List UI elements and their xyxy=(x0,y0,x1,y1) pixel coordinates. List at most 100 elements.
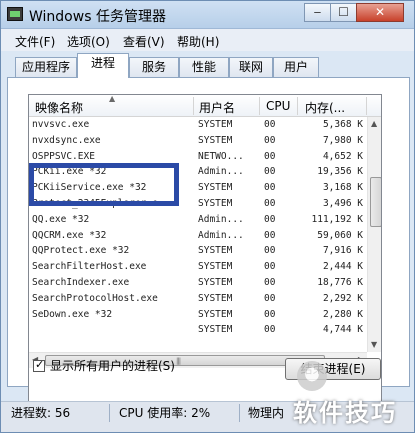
cell-memory: 7,916 K xyxy=(322,245,363,257)
maximize-button[interactable]: ☐ xyxy=(330,3,357,22)
vertical-scrollbar[interactable]: ▲ ▼ xyxy=(367,117,381,352)
cell-memory: 2,280 K xyxy=(322,308,363,320)
title-bar[interactable]: Windows 任务管理器 ‒ ☐ ✕ xyxy=(1,1,414,29)
column-user-name[interactable]: 用户名 xyxy=(199,99,235,116)
cell-image-name: SeDown.exe *32 xyxy=(32,308,113,320)
table-row[interactable]: QQCRM.exe *32 Admin... 00 59,060 K xyxy=(29,228,367,244)
table-row[interactable]: SearchFilterHost.exe SYSTEM 00 2,444 K xyxy=(29,259,367,275)
cell-image-name: SearchProtocolHost.exe xyxy=(32,292,158,304)
grip-icon: ||| xyxy=(176,357,181,365)
cell-cpu: 00 xyxy=(264,261,276,273)
cell-cpu: 00 xyxy=(264,308,276,320)
cell-image-name: QQProtect.exe *32 xyxy=(32,245,130,257)
cell-user-name: SYSTEM xyxy=(198,198,233,209)
cell-user-name: SYSTEM xyxy=(198,245,233,257)
vertical-scroll-thumb[interactable] xyxy=(370,177,381,227)
table-row[interactable]: SeDown.exe *32 SYSTEM 00 2,280 K xyxy=(29,307,367,323)
cell-user-name: Admin... xyxy=(198,166,244,178)
tab-applications[interactable]: 应用程序 xyxy=(15,57,77,77)
cell-cpu: 00 xyxy=(264,134,276,146)
table-row[interactable]: SearchProtocolHost.exe SYSTEM 00 2,292 K xyxy=(29,291,367,307)
cell-cpu: 00 xyxy=(264,198,276,209)
status-divider xyxy=(109,404,110,422)
column-divider[interactable] xyxy=(193,97,194,115)
tab-users[interactable]: 用户 xyxy=(273,57,319,77)
table-row[interactable]: SYSTEM 00 4,744 K xyxy=(29,322,367,338)
cell-user-name: SYSTEM xyxy=(198,308,233,320)
cell-user-name: SYSTEM xyxy=(198,324,233,336)
cell-image-name: nvvsvc.exe xyxy=(32,119,90,130)
watermark-text: 软件技巧 xyxy=(293,399,397,427)
cell-image-name: QQCRM.exe *32 xyxy=(32,229,107,241)
sort-arrow-icon: ▲ xyxy=(109,94,116,103)
tab-performance[interactable]: 性能 xyxy=(179,57,229,77)
watermark-logo-icon xyxy=(297,361,327,391)
cell-cpu: 00 xyxy=(264,213,276,225)
cell-user-name: SYSTEM xyxy=(198,277,233,288)
column-cpu[interactable]: CPU xyxy=(266,99,290,113)
table-row[interactable]: QQ.exe *32 Admin... 00 111,192 K xyxy=(29,212,367,228)
cell-memory: 5,368 K xyxy=(322,119,363,130)
cell-cpu: 00 xyxy=(264,166,276,178)
cell-cpu: 00 xyxy=(264,292,276,304)
cell-memory: 4,652 K xyxy=(322,150,363,162)
column-memory[interactable]: 内存(... xyxy=(305,99,345,116)
cell-cpu: 00 xyxy=(264,182,276,194)
cell-user-name: SYSTEM xyxy=(198,292,233,304)
cell-image-name: nvxdsync.exe xyxy=(32,134,101,146)
minimize-button[interactable]: ‒ xyxy=(304,3,331,22)
menu-options[interactable]: 选项(O) xyxy=(67,33,110,50)
cell-user-name: NETWO... xyxy=(198,150,244,162)
cell-image-name: QQ.exe *32 xyxy=(32,213,90,225)
cell-cpu: 00 xyxy=(264,245,276,257)
menu-view[interactable]: 查看(V) xyxy=(123,33,165,50)
window-title: Windows 任务管理器 xyxy=(29,9,166,25)
cell-cpu: 00 xyxy=(264,277,276,288)
cell-memory: 2,292 K xyxy=(322,292,363,304)
tab-strip: 应用程序 进程 服务 性能 联网 用户 xyxy=(1,53,414,78)
menu-file[interactable]: 文件(F) xyxy=(15,33,55,50)
status-divider xyxy=(239,404,240,422)
table-row[interactable]: nvxdsync.exe SYSTEM 00 7,980 K xyxy=(29,133,367,149)
cell-user-name: SYSTEM xyxy=(198,261,233,273)
checkbox-icon[interactable] xyxy=(33,358,45,372)
cell-cpu: 00 xyxy=(264,119,276,130)
cell-memory: 4,744 K xyxy=(322,324,363,336)
cell-image-name: SearchIndexer.exe xyxy=(32,277,130,288)
status-physical-memory: 物理内 xyxy=(248,406,285,420)
table-row[interactable]: QQProtect.exe *32 SYSTEM 00 7,916 K xyxy=(29,243,367,259)
cell-user-name: SYSTEM xyxy=(198,134,233,146)
menu-bar: 文件(F) 选项(O) 查看(V) 帮助(H) xyxy=(1,29,414,51)
watermark: 软件技巧 xyxy=(287,359,412,431)
cell-memory: 111,192 K xyxy=(311,213,363,225)
tab-networking[interactable]: 联网 xyxy=(229,57,273,77)
table-row[interactable]: SearchIndexer.exe SYSTEM 00 18,776 K xyxy=(29,275,367,291)
cell-user-name: Admin... xyxy=(198,229,244,241)
cell-memory: 19,356 K xyxy=(317,166,363,178)
status-process-count: 进程数: 56 xyxy=(11,406,71,420)
cell-image-name: SearchFilterHost.exe xyxy=(32,261,147,273)
cell-user-name: SYSTEM xyxy=(198,182,233,194)
cell-user-name: SYSTEM xyxy=(198,119,233,130)
cell-user-name: Admin... xyxy=(198,213,244,225)
task-manager-icon xyxy=(7,7,23,21)
show-all-users-label: 显示所有用户的进程(S) xyxy=(50,359,175,373)
column-image-name[interactable]: 映像名称 xyxy=(35,99,83,116)
column-divider[interactable] xyxy=(366,97,367,115)
tab-processes[interactable]: 进程 xyxy=(77,53,129,78)
cell-memory: 3,496 K xyxy=(322,198,363,209)
menu-help[interactable]: 帮助(H) xyxy=(177,33,219,50)
column-header-row: 映像名称 ▲ 用户名 CPU 内存(... xyxy=(29,94,381,117)
cell-memory: 59,060 K xyxy=(317,229,363,241)
highlight-box xyxy=(29,163,179,206)
show-all-users-checkbox[interactable]: 显示所有用户的进程(S) xyxy=(33,357,175,374)
column-divider[interactable] xyxy=(297,97,298,115)
status-cpu-usage: CPU 使用率: 2% xyxy=(119,406,211,420)
tab-services[interactable]: 服务 xyxy=(129,57,179,77)
table-row[interactable]: nvvsvc.exe SYSTEM 00 5,368 K xyxy=(29,117,367,133)
column-divider[interactable] xyxy=(259,97,260,115)
scroll-up-icon[interactable]: ▲ xyxy=(371,119,377,128)
scroll-down-icon[interactable]: ▼ xyxy=(371,340,377,349)
close-button[interactable]: ✕ xyxy=(356,3,404,22)
cell-cpu: 00 xyxy=(264,324,276,336)
